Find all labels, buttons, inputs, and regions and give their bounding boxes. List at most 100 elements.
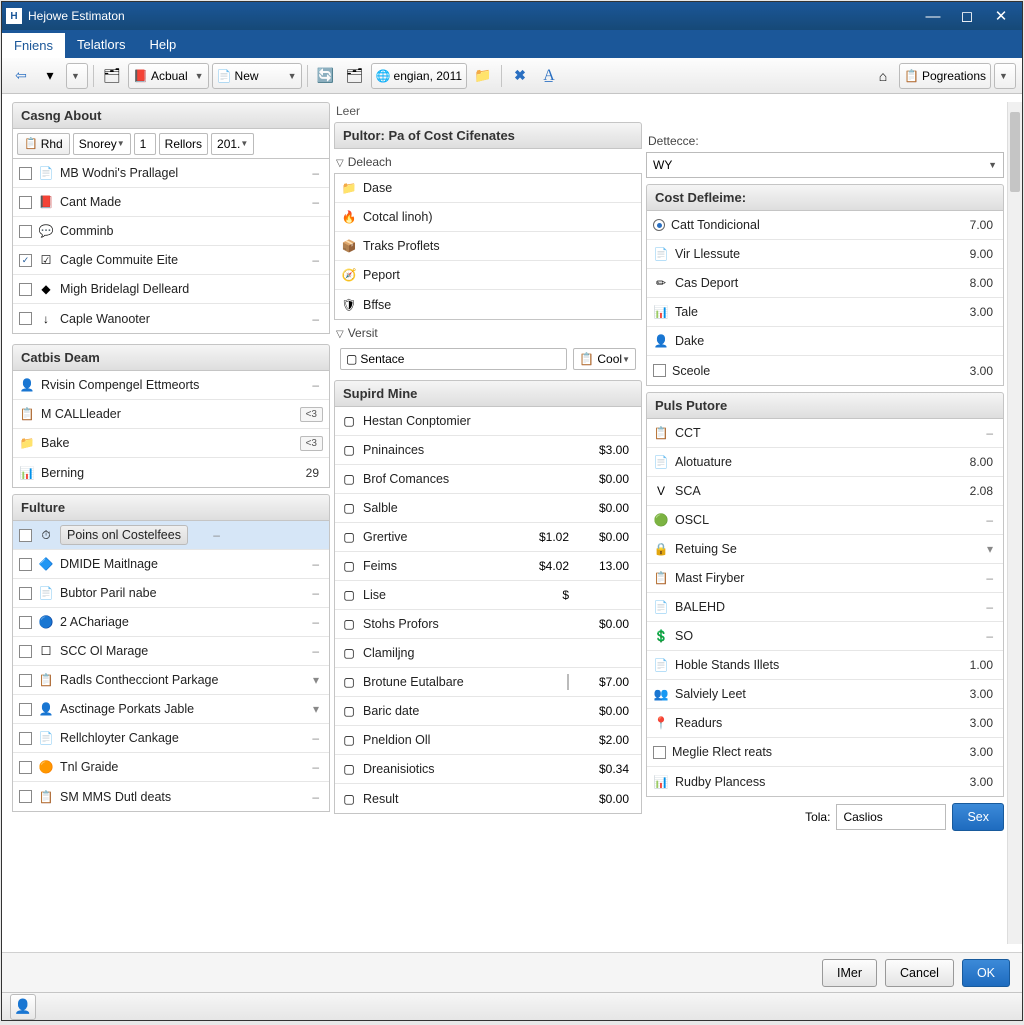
checkbox-icon[interactable] [19, 529, 32, 542]
list-item[interactable]: 📍Readurs3.00 [647, 709, 1003, 738]
list-item[interactable]: 📄Rellchloyter Cankage– [13, 724, 329, 753]
user-icon[interactable]: 👤 [10, 994, 36, 1020]
list-item[interactable]: 📋SM MMS Dutl deats– [13, 782, 329, 811]
list-item[interactable]: 📁Dase [335, 174, 641, 203]
list-item[interactable]: ▢Baric date$0.00 [335, 697, 641, 726]
cancel-button[interactable]: Cancel [885, 959, 954, 987]
list-item[interactable]: ▢Hestan Conptomier [335, 407, 641, 436]
pogreations-combo[interactable]: 📋Pogreations [899, 63, 991, 89]
checkbox-icon[interactable] [19, 761, 32, 774]
list-item[interactable]: 🔷DMIDE Maitlnage– [13, 550, 329, 579]
list-item[interactable]: ▢Pneldion Oll$2.00 [335, 726, 641, 755]
list-item[interactable]: ▢Dreanisiotics$0.34 [335, 755, 641, 784]
checkbox-icon[interactable] [19, 587, 32, 600]
snorey-combo[interactable]: Snorey▼ [73, 133, 131, 155]
list-item[interactable]: 🔒Retuing Se▾ [647, 535, 1003, 564]
list-item[interactable]: 📋M CALLleader<3 [13, 400, 329, 429]
home-icon[interactable]: ⌂ [870, 63, 896, 89]
list-item[interactable]: VSCA2.08 [647, 477, 1003, 506]
ok-button[interactable]: OK [962, 959, 1010, 987]
checkbox-icon[interactable] [19, 558, 32, 571]
list-item[interactable]: 📋Radls Conthecciont Parkage▾ [13, 666, 329, 695]
checkbox-icon[interactable] [19, 167, 32, 180]
list-item[interactable]: 🧭Peport [335, 261, 641, 290]
list-item[interactable]: 📋CCT– [647, 419, 1003, 448]
list-item[interactable]: 📋Mast Firyber– [647, 564, 1003, 593]
list-item[interactable]: ▢Lise$ [335, 581, 641, 610]
list-item[interactable]: ▢Grertive$1.02$0.00 [335, 523, 641, 552]
radio-icon[interactable] [653, 219, 665, 231]
list-item[interactable]: Meglie Rlect reats3.00 [647, 738, 1003, 767]
list-item[interactable]: ✓☑Cagle Commuite Eite– [13, 246, 329, 275]
list-item[interactable]: 📊Rudby Plancess3.00 [647, 767, 1003, 796]
list-item[interactable]: ↓Caple Wanooter– [13, 304, 329, 333]
list-item[interactable]: 🔥Cotcal linoh) [335, 203, 641, 232]
list-item[interactable]: 💬Comminb [13, 217, 329, 246]
actual-combo[interactable]: 📕Acbual▼ [128, 63, 209, 89]
sentace-combo[interactable]: ▢ Sentace [340, 348, 567, 370]
list-item[interactable]: ☐SCC Ol Marage– [13, 637, 329, 666]
checkbox-icon[interactable] [19, 616, 32, 629]
checkbox-icon[interactable] [19, 732, 32, 745]
checkbox-icon[interactable] [19, 790, 32, 803]
list-item[interactable]: ▢Result$0.00 [335, 784, 641, 813]
versit-label[interactable]: ▽Versit [334, 320, 642, 344]
deleach-label[interactable]: ▽Deleach [334, 149, 642, 173]
dropdown-button[interactable]: ▼ [66, 63, 88, 89]
scroll-thumb[interactable] [1010, 112, 1020, 192]
menu-help[interactable]: Help [137, 32, 188, 57]
checkbox-icon[interactable] [19, 703, 32, 716]
list-item[interactable]: 💲SO– [647, 622, 1003, 651]
list-item[interactable]: ✏Cas Deport8.00 [647, 269, 1003, 298]
minimize-button[interactable]: — [916, 4, 950, 28]
new-combo[interactable]: 📄New▼ [212, 63, 302, 89]
tola-input[interactable]: Caslios [836, 804, 946, 830]
list-item[interactable]: 🛡Bffse [335, 290, 641, 319]
list-item[interactable]: 📄BALEHD– [647, 593, 1003, 622]
checkbox-icon[interactable] [19, 674, 32, 687]
scrollbar[interactable] [1007, 102, 1022, 944]
list-item[interactable]: Sceole3.00 [647, 356, 1003, 385]
checkbox-icon[interactable]: ✓ [19, 254, 32, 267]
list-item[interactable]: Catt Tondicional7.00 [647, 211, 1003, 240]
list-item[interactable]: ▢Feims$4.0213.00 [335, 552, 641, 581]
list-item[interactable]: 📄MB Wodni's Prallagel– [13, 159, 329, 188]
list-item[interactable]: 🔵2 AChariage– [13, 608, 329, 637]
cool-combo[interactable]: 📋 Cool▼ [573, 348, 636, 370]
list-item[interactable]: 👥Salviely Leet3.00 [647, 680, 1003, 709]
checkbox-icon[interactable] [653, 364, 666, 377]
strike-icon[interactable]: ✖ [507, 63, 533, 89]
font-icon[interactable]: A̲ [536, 63, 562, 89]
list-item[interactable]: ▢Stohs Profors$0.00 [335, 610, 641, 639]
engine-combo[interactable]: 🌐engian, 2011 [371, 63, 467, 89]
list-item[interactable]: 🟠Tnl Graide– [13, 753, 329, 782]
one-combo[interactable]: 1 [134, 133, 156, 155]
list-item[interactable]: ▢Brof Comances$0.00 [335, 465, 641, 494]
checkbox-icon[interactable] [19, 283, 32, 296]
imer-button[interactable]: IMer [822, 959, 877, 987]
list-item[interactable]: 🟢OSCL– [647, 506, 1003, 535]
menu-telators[interactable]: Telatlors [65, 32, 137, 57]
pogreations-menu[interactable]: ▼ [994, 63, 1016, 89]
checkbox-icon[interactable] [19, 225, 32, 238]
list-item[interactable]: 📊Tale3.00 [647, 298, 1003, 327]
list-item[interactable]: 📄Alotuature8.00 [647, 448, 1003, 477]
list-item[interactable]: 📦Traks Proflets [335, 232, 641, 261]
list-item[interactable]: 📄Bubtor Paril nabe– [13, 579, 329, 608]
list-item[interactable]: 📁Bake<3 [13, 429, 329, 458]
maximize-button[interactable]: ◻ [950, 4, 984, 28]
list-item[interactable]: 📕Cant Made– [13, 188, 329, 217]
list-item[interactable]: 👤Asctinage Porkats Jable▾ [13, 695, 329, 724]
list-item[interactable]: ▢Pninainces$3.00 [335, 436, 641, 465]
list-item[interactable]: 📄Vir Llessute9.00 [647, 240, 1003, 269]
checkbox-icon[interactable] [19, 645, 32, 658]
save-icon[interactable]: 🗂 [99, 63, 125, 89]
list-item[interactable]: 👤Rvisin Compengel Ettmeorts– [13, 371, 329, 400]
back-menu[interactable]: ▾ [37, 63, 63, 89]
checkbox-icon[interactable] [19, 312, 32, 325]
list-item[interactable]: 📊Berning29 [13, 458, 329, 487]
wy-combo[interactable]: WY▼ [646, 152, 1004, 178]
menu-friens[interactable]: Fniens [2, 31, 65, 58]
list-item[interactable]: ▢Brotune Eutalbare$7.00 [335, 668, 641, 697]
close-button[interactable]: ✕ [984, 4, 1018, 28]
